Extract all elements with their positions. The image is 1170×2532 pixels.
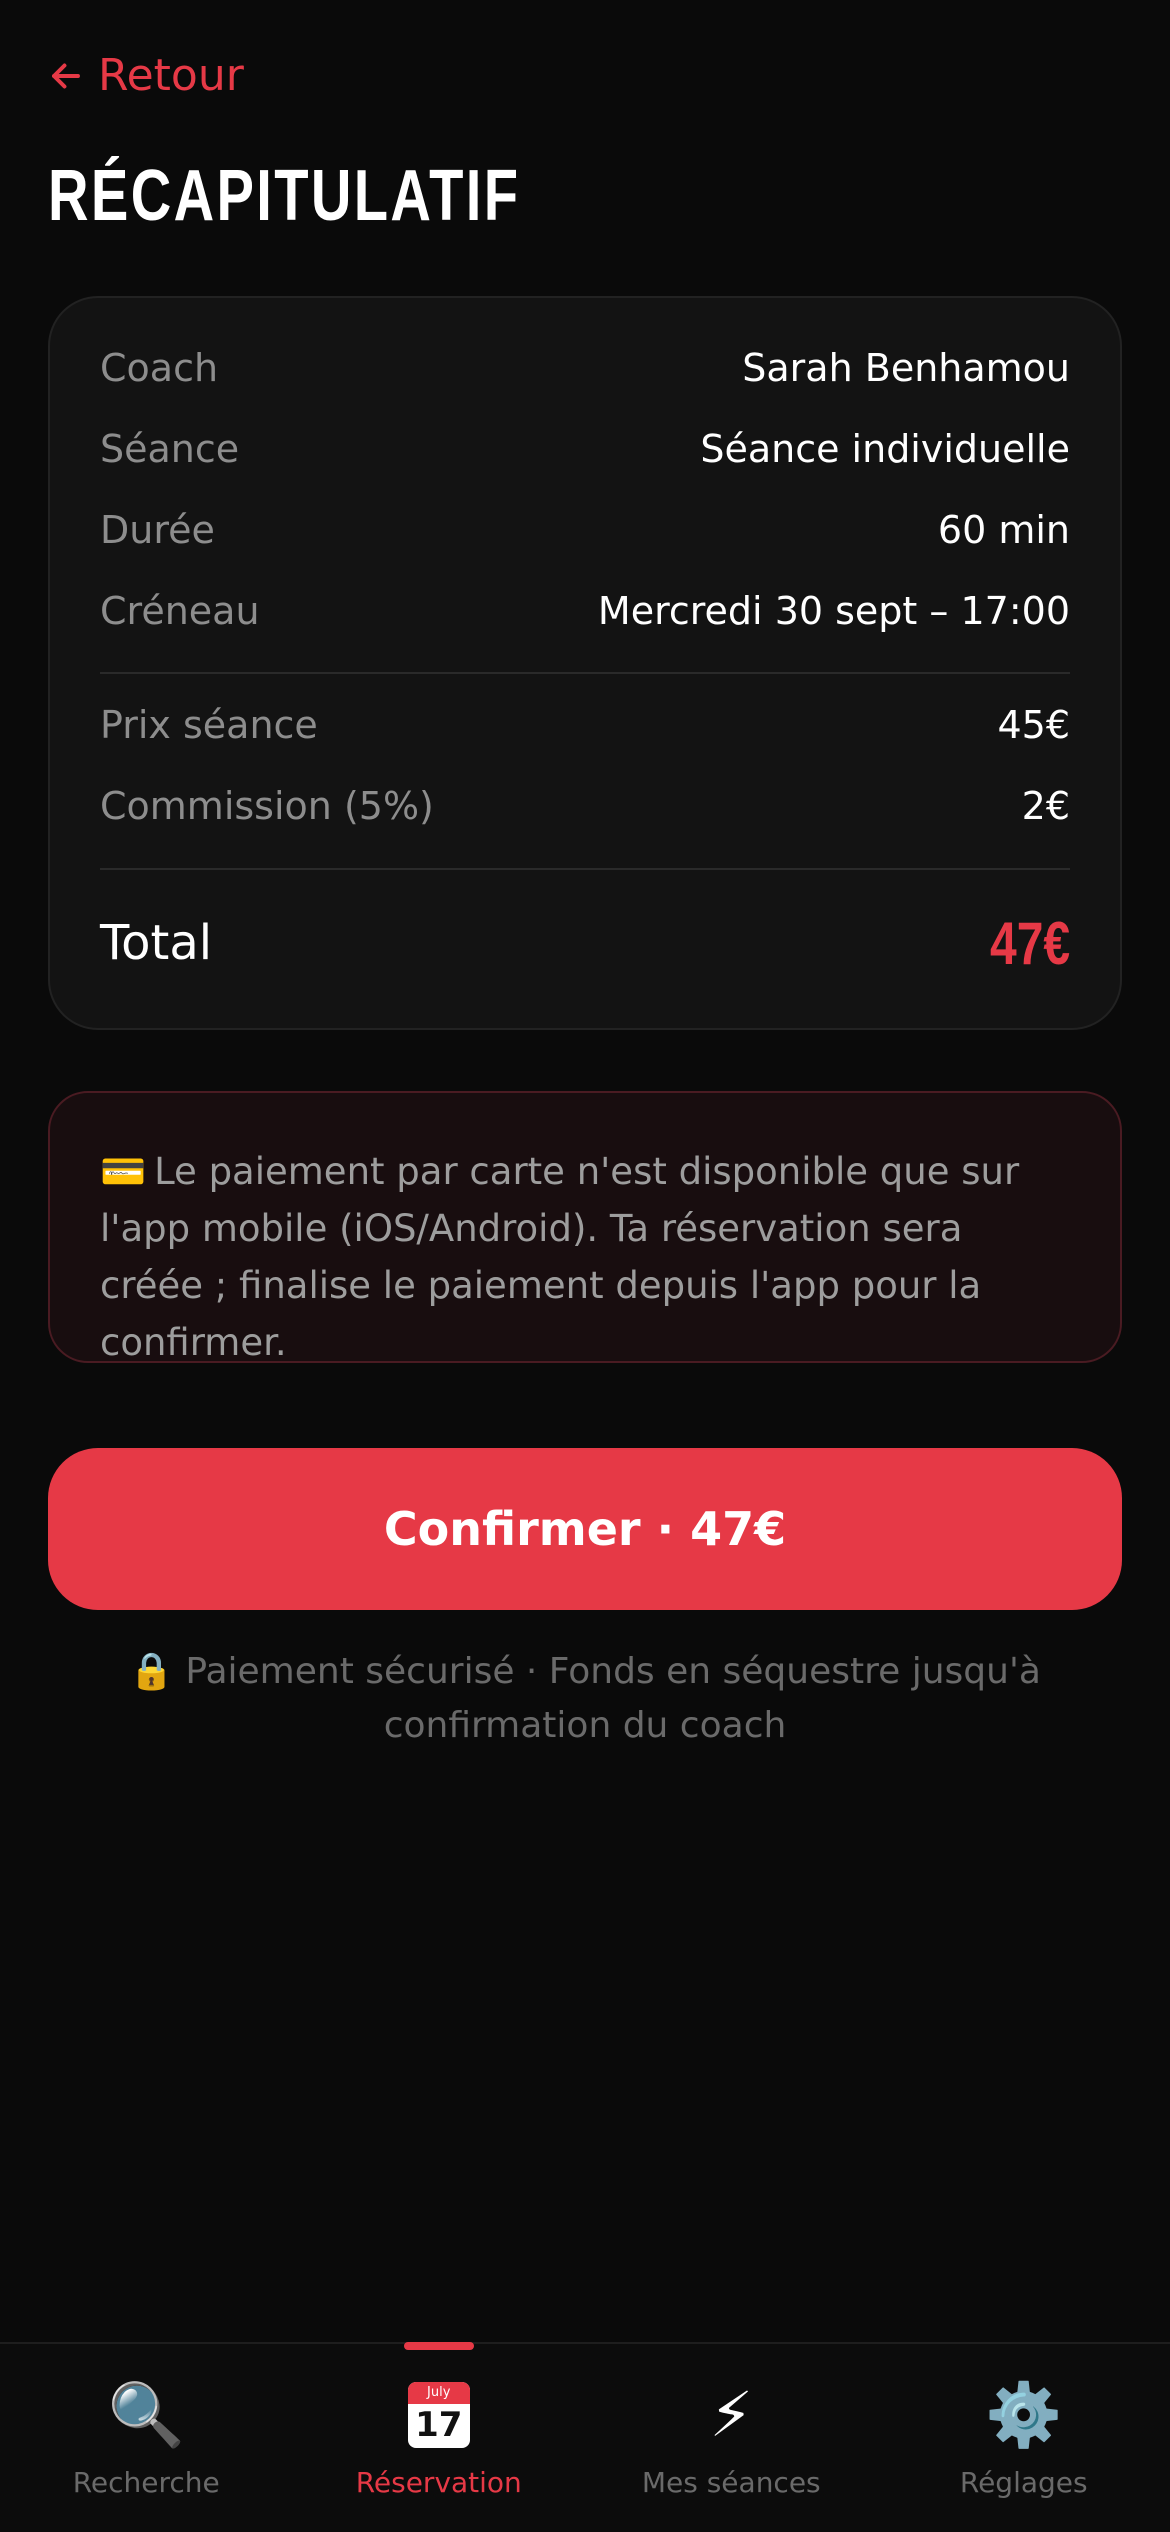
- price-row: Prix séance 45€: [100, 695, 1070, 755]
- tab-reglages[interactable]: ⚙️ Réglages: [878, 2344, 1170, 2532]
- total-label: Total: [100, 915, 213, 971]
- commission-row: Commission (5%) 2€: [100, 776, 1070, 836]
- price-value: 45€: [997, 703, 1070, 747]
- slot-label: Créneau: [100, 589, 260, 633]
- arrow-left-icon: [52, 63, 80, 88]
- duration-value: 60 min: [937, 508, 1070, 552]
- page-title: RÉCAPITULATIF: [48, 156, 521, 236]
- summary-card: Coach Sarah Benhamou Séance Séance indiv…: [48, 296, 1122, 1030]
- calendar-icon: July 17: [407, 2378, 470, 2452]
- session-label: Séance: [100, 427, 240, 471]
- back-label: Retour: [98, 50, 244, 101]
- commission-label: Commission (5%): [100, 784, 434, 828]
- secure-note-text: Paiement sécurisé · Fonds en séquestre j…: [185, 1651, 1041, 1746]
- tab-mes-seances[interactable]: ⚡ Mes séances: [585, 2344, 878, 2532]
- total-value: 47€: [989, 909, 1070, 977]
- total-row: Total 47€: [100, 908, 1070, 978]
- back-button[interactable]: Retour: [48, 50, 244, 101]
- divider: [100, 672, 1070, 674]
- lock-icon: 🔒: [129, 1651, 174, 1692]
- coach-value: Sarah Benhamou: [742, 346, 1070, 390]
- gear-icon: ⚙️: [985, 2378, 1063, 2451]
- commission-value: 2€: [1021, 784, 1070, 828]
- slot-row: Créneau Mercredi 30 sept – 17:00: [100, 581, 1070, 641]
- tab-reservation[interactable]: July 17 Réservation: [293, 2342, 586, 2532]
- active-tab-indicator: [403, 2342, 474, 2350]
- price-label: Prix séance: [100, 703, 318, 747]
- tab-label: Mes séances: [641, 2466, 821, 2499]
- tab-label: Recherche: [72, 2466, 220, 2499]
- session-row: Séance Séance individuelle: [100, 419, 1070, 479]
- duration-label: Durée: [100, 508, 215, 552]
- payment-notice: 💳 Le paiement par carte n'est disponible …: [48, 1091, 1122, 1364]
- secure-payment-note: 🔒 Paiement sécurisé · Fonds en séquestre…: [120, 1645, 1050, 1753]
- session-value: Séance individuelle: [700, 427, 1070, 471]
- booking-summary-screen: Retour RÉCAPITULATIF Coach Sarah Benhamo…: [0, 0, 1170, 2532]
- coach-row: Coach Sarah Benhamou: [100, 338, 1070, 398]
- credit-card-icon: 💳: [100, 1150, 147, 1193]
- tab-bar: 🔍 Recherche July 17 Réservation ⚡ Mes sé…: [0, 2342, 1170, 2532]
- payment-notice-text: Le paiement par carte n'est disponible q…: [100, 1150, 1020, 1364]
- tab-label: Réservation: [355, 2466, 522, 2499]
- lightning-icon: ⚡: [709, 2378, 754, 2451]
- confirm-button[interactable]: Confirmer · 47€: [48, 1448, 1122, 1610]
- slot-value: Mercredi 30 sept – 17:00: [597, 589, 1070, 633]
- duration-row: Durée 60 min: [100, 500, 1070, 560]
- magnifier-icon: 🔍: [107, 2378, 185, 2451]
- divider: [100, 868, 1070, 870]
- tab-label: Réglages: [959, 2466, 1088, 2499]
- coach-label: Coach: [100, 346, 219, 390]
- tab-recherche[interactable]: 🔍 Recherche: [0, 2344, 293, 2532]
